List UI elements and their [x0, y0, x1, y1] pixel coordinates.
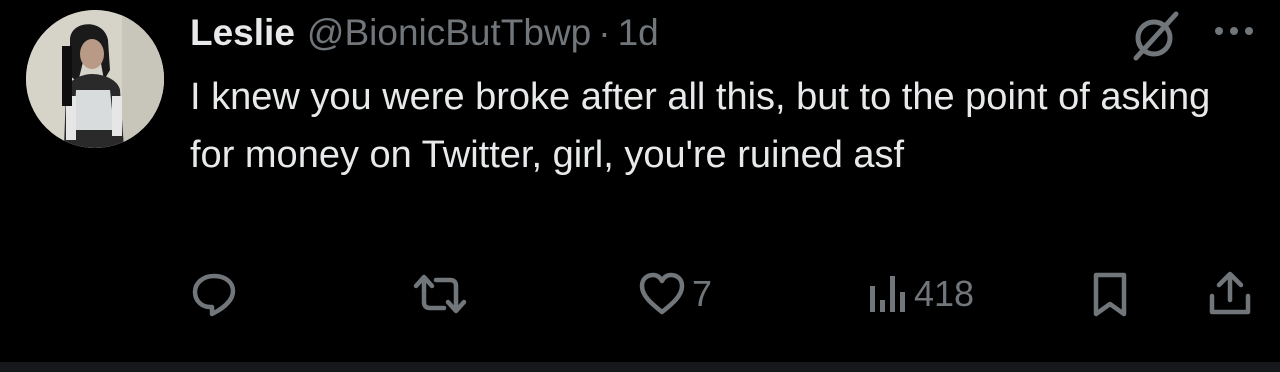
tweet-text: I knew you were broke after all this, bu…	[190, 76, 1211, 176]
share-button[interactable]	[1206, 266, 1254, 322]
bookmark-icon	[1093, 272, 1127, 317]
author-handle[interactable]: @BionicButTbwp	[307, 12, 591, 54]
retweet-button[interactable]	[412, 266, 474, 322]
reply-icon	[192, 273, 236, 317]
views-icon	[870, 276, 905, 312]
action-bar: 7 418	[0, 266, 1280, 322]
retweet-icon	[413, 274, 467, 314]
tweet[interactable]: Leslie @BionicButTbwp · 1d I knew you we…	[0, 0, 1280, 362]
timestamp[interactable]: 1d	[618, 12, 659, 54]
author-name[interactable]: Leslie	[190, 12, 295, 54]
separator-dot: ·	[598, 12, 611, 53]
like-count: 7	[692, 273, 713, 314]
avatar[interactable]	[26, 10, 164, 148]
bookmark-button[interactable]	[1086, 266, 1134, 322]
heart-icon	[639, 272, 685, 315]
reply-button[interactable]	[190, 266, 244, 322]
views-count: 418	[914, 273, 975, 314]
tweet-header: Leslie @BionicButTbwp · 1d	[190, 8, 659, 58]
share-icon	[1209, 271, 1251, 315]
views-button[interactable]: 418	[866, 266, 974, 322]
grok-icon[interactable]	[1128, 8, 1184, 64]
profile-photo-icon	[26, 10, 164, 148]
more-icon[interactable]	[1210, 16, 1258, 46]
bottom-divider	[0, 362, 1280, 372]
like-button[interactable]: 7	[638, 266, 712, 322]
